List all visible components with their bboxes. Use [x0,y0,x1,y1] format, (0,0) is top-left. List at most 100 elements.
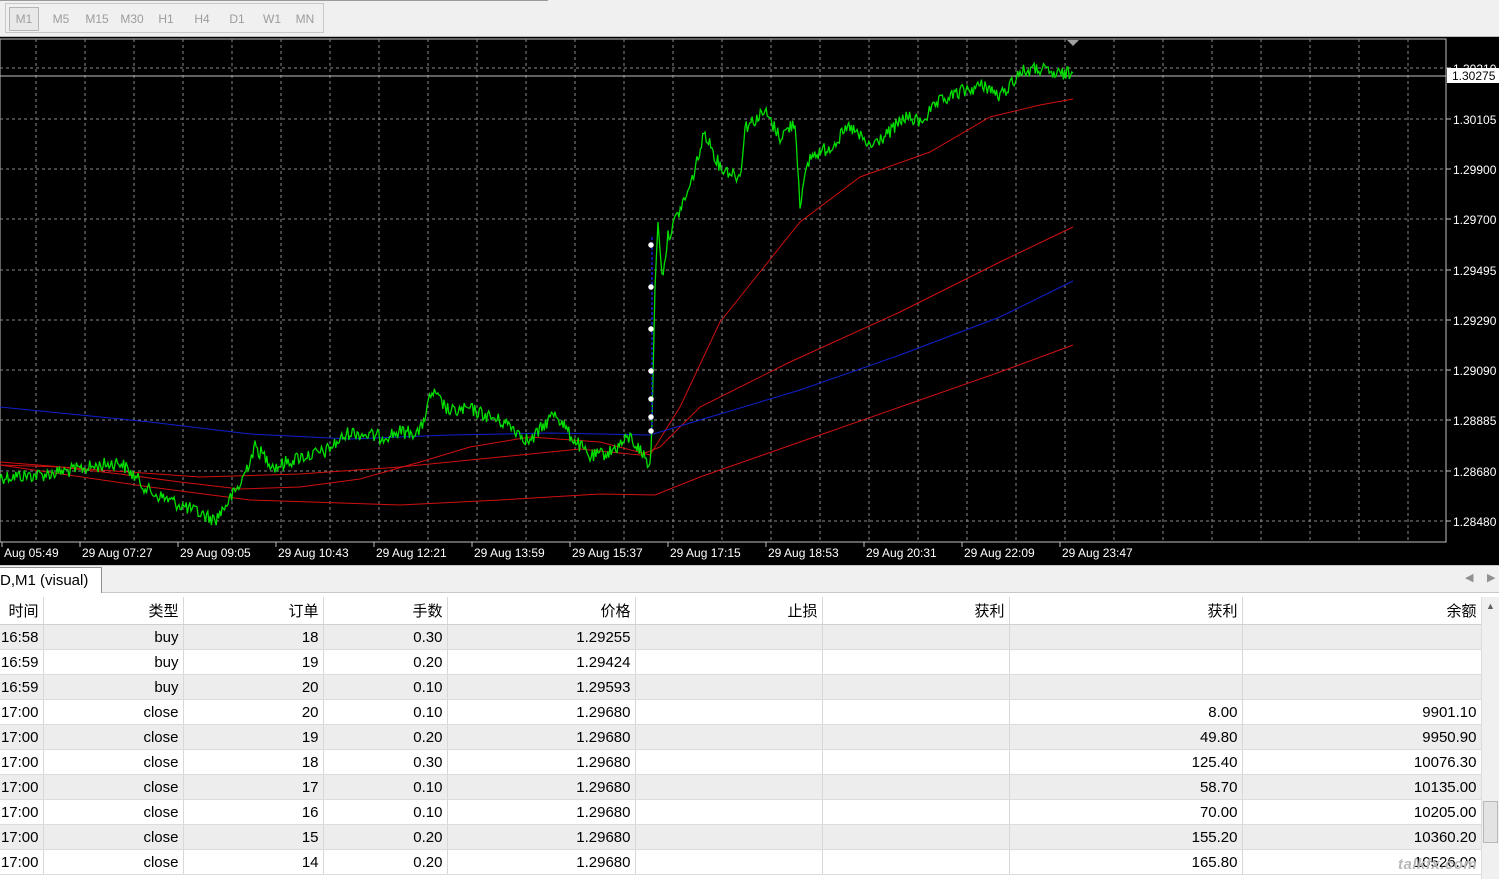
table-cell: 17 [183,774,324,800]
table-cell: 10135.00 [1242,774,1482,800]
table-cell: 16:59 [0,649,44,675]
order-marker [648,428,654,434]
results-panel: 时间 类型 订单 手数 价格 止损 获利 获利 余额 16:58 buy 18 0.30 1.29255… [0,597,1499,879]
table-cell [635,799,823,825]
timeframe-button-d1[interactable]: D1 [222,7,252,31]
time-label: 29 Aug 23:47 [1062,546,1133,560]
timeframe-button-m5[interactable]: M5 [46,7,76,31]
chart-tab[interactable]: D,M1 (visual) [0,567,102,593]
table-cell: 15 [183,824,324,850]
order-marker [648,396,654,402]
price-label: 1.28480 [1453,515,1497,529]
table-cell: buy [43,649,184,675]
table-row[interactable]: 16:59 buy 19 0.20 1.29424 [0,649,1482,675]
column-header[interactable]: 价格 [447,597,636,625]
price-label: 1.28885 [1453,414,1497,428]
current-price-label: 1.30275 [1452,69,1496,83]
column-header[interactable]: 余额 [1242,597,1482,625]
table-cell: 0.10 [323,699,448,725]
table-cell [822,849,1010,875]
table-row[interactable]: 17:00 close 17 0.10 1.29680 58.70 10135.00 [0,774,1482,800]
tab-scroll-left-icon[interactable]: ◀ [1465,571,1473,584]
table-cell: 1.29680 [447,699,636,725]
table-cell [635,749,823,775]
timeframe-button-m1[interactable]: M1 [9,7,39,31]
time-label: 29 Aug 15:37 [572,546,643,560]
table-row[interactable]: 17:00 close 18 0.30 1.29680 125.40 10076.30 [0,749,1482,775]
price-label: 1.30105 [1453,113,1497,127]
table-cell [822,724,1010,750]
table-cell: 0.30 [323,749,448,775]
table-row[interactable]: 16:59 buy 20 0.10 1.29593 [0,674,1482,700]
price-label: 1.29900 [1453,163,1497,177]
table-cell: 8.00 [1009,699,1243,725]
time-label: Aug 05:49 [4,546,59,560]
table-cell: 19 [183,724,324,750]
column-header[interactable]: 时间 [0,597,44,625]
table-cell: 1.29680 [447,824,636,850]
table-cell: 0.20 [323,649,448,675]
table-row[interactable]: 16:58 buy 18 0.30 1.29255 [0,624,1482,650]
table-body: 16:58 buy 18 0.30 1.29255 16:59 buy 19 0.20 1.294… [0,624,1482,875]
time-label: 29 Aug 09:05 [180,546,251,560]
column-header[interactable]: 获利 [822,597,1010,625]
table-cell: 0.10 [323,774,448,800]
price-chart[interactable]: 1.302101.301051.299001.297001.294951.292… [0,37,1499,565]
vertical-scrollbar[interactable]: ▲ [1481,597,1499,879]
timeframe-button-m30[interactable]: M30 [116,7,148,31]
table-cell: 16 [183,799,324,825]
table-cell: buy [43,674,184,700]
table-cell: 0.10 [323,674,448,700]
order-marker [648,368,654,374]
table-cell [635,699,823,725]
table-cell: 70.00 [1009,799,1243,825]
table-row[interactable]: 17:00 close 16 0.10 1.29680 70.00 10205.00 [0,799,1482,825]
timeframe-button-m15[interactable]: M15 [81,7,113,31]
table-row[interactable]: 17:00 close 14 0.20 1.29680 165.80 10526.00 [0,849,1482,875]
table-cell: 165.80 [1009,849,1243,875]
table-row[interactable]: 17:00 close 20 0.10 1.29680 8.00 9901.10 [0,699,1482,725]
timeframe-button-mn[interactable]: MN [291,7,319,31]
price-label: 1.29290 [1453,314,1497,328]
table-cell [822,774,1010,800]
table-row[interactable]: 17:00 close 15 0.20 1.29680 155.20 10360.20 [0,824,1482,850]
table-cell: close [43,774,184,800]
price-line [0,61,1074,526]
timeframe-toolbar: M1 M5 M15 M30 H1 H4 D1 W1 MN [0,0,1499,37]
column-header[interactable]: 手数 [323,597,448,625]
scroll-up-icon[interactable]: ▲ [1486,601,1495,611]
column-header[interactable]: 订单 [183,597,324,625]
tab-scroll-right-icon[interactable]: ▶ [1487,571,1495,584]
time-label: 29 Aug 20:31 [866,546,937,560]
ma-slow-line [0,280,1074,440]
column-header[interactable]: 获利 [1009,597,1243,625]
time-label: 29 Aug 07:27 [82,546,153,560]
chart-tab-bar: D,M1 (visual) ◀ ▶ [0,565,1499,593]
order-marker [648,242,654,248]
chart-canvas: 1.302101.301051.299001.297001.294951.292… [0,38,1499,560]
table-cell: 0.20 [323,724,448,750]
timeframe-button-w1[interactable]: W1 [257,7,287,31]
table-cell: 16:59 [0,674,44,700]
table-header-row: 时间 类型 订单 手数 价格 止损 获利 获利 余额 [0,597,1482,625]
table-cell: 17:00 [0,824,44,850]
table-cell: 10205.00 [1242,799,1482,825]
table-cell: 155.20 [1009,824,1243,850]
column-header[interactable]: 止损 [635,597,823,625]
chart-shift-icon [1067,40,1079,46]
table-cell: 17:00 [0,774,44,800]
ma-long-line [0,344,1074,506]
table-cell: 10076.30 [1242,749,1482,775]
price-label: 1.28680 [1453,465,1497,479]
timeframe-button-h1[interactable]: H1 [151,7,181,31]
table-cell: close [43,749,184,775]
table-cell [635,849,823,875]
scrollbar-thumb[interactable] [1483,801,1498,843]
table-row[interactable]: 17:00 close 19 0.20 1.29680 49.80 9950.90 [0,724,1482,750]
table-cell: 20 [183,674,324,700]
time-label: 29 Aug 18:53 [768,546,839,560]
table-cell [635,624,823,650]
timeframe-button-h4[interactable]: H4 [187,7,217,31]
table-cell [822,624,1010,650]
column-header[interactable]: 类型 [43,597,184,625]
